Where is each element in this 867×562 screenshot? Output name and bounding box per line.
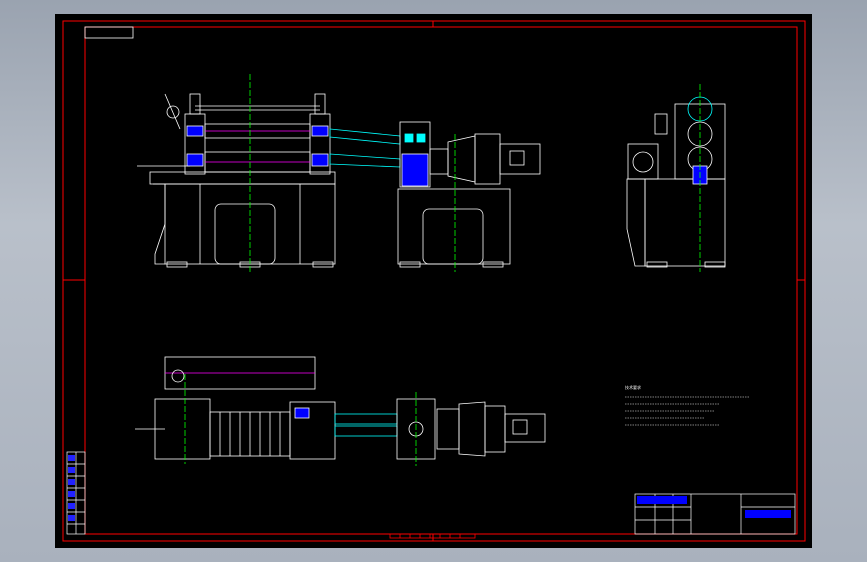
inner-border xyxy=(84,26,798,535)
side-view xyxy=(626,84,726,272)
top-view xyxy=(135,356,546,466)
technical-requirements: 技术要求 xyxy=(625,384,750,426)
tech-req-title: 技术要求 xyxy=(625,384,641,390)
drawing-number-box xyxy=(84,26,134,39)
cad-drawing-sheet: 技术要求 xyxy=(55,14,812,548)
front-view xyxy=(137,74,541,272)
drawing-svg: 技术要求 xyxy=(62,20,806,542)
